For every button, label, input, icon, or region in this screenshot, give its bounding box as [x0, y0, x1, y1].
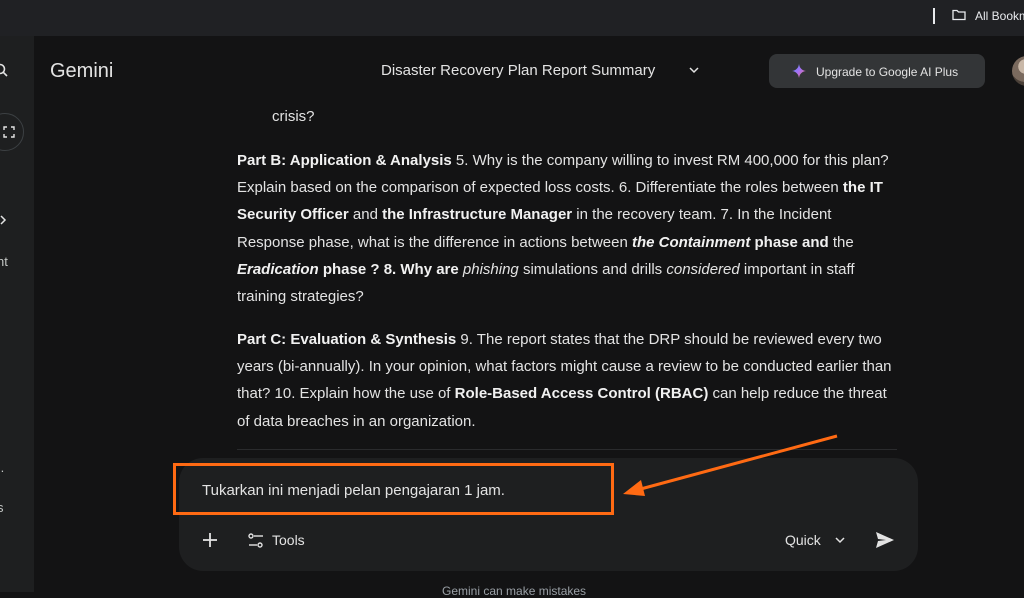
add-icon[interactable] [199, 529, 221, 551]
body-text: and [348, 206, 383, 224]
bold-term: Role-Based Access Control (RBAC) [454, 385, 709, 403]
folder-icon [952, 9, 966, 21]
response-text-fragment: crisis? [272, 108, 315, 125]
sidebar-item-fragment[interactable]: s [0, 500, 4, 515]
chat-title-dropdown[interactable]: Disaster Recovery Plan Report Summary [381, 62, 699, 79]
body-text: simulations and drills [518, 260, 663, 278]
tools-button[interactable]: Tools [247, 531, 317, 551]
upgrade-label: Upgrade to Google AI Plus [816, 65, 959, 79]
part-c-heading: Part C: Evaluation & Synthesis [237, 331, 457, 348]
sidebar-item-fragment[interactable]: nt [0, 254, 8, 269]
chat-title: Disaster Recovery Plan Report Summary [381, 62, 656, 79]
disclaimer-text: Gemini can make mistakes [442, 584, 587, 598]
send-icon[interactable] [873, 528, 897, 552]
tools-icon [248, 533, 263, 548]
chevron-right-icon[interactable] [0, 214, 10, 226]
all-bookmarks-link[interactable]: All Bookm [975, 9, 1024, 23]
response-part-c: Part C: Evaluation & Synthesis 9. The re… [237, 326, 901, 435]
bookmarks-separator [933, 8, 935, 24]
mode-label: Quick [785, 532, 821, 548]
body-text: the [828, 233, 854, 251]
search-icon[interactable] [0, 63, 8, 77]
annotation-arrow-icon [623, 434, 838, 496]
bold-term: the Infrastructure Manager [382, 206, 573, 224]
mode-selector[interactable]: Quick [785, 531, 850, 551]
bold-term: phase ? 8. Why are [318, 260, 459, 278]
tools-label: Tools [272, 532, 305, 548]
new-chat-button[interactable] [0, 113, 24, 151]
bold-term: phase and [750, 233, 829, 251]
avatar[interactable] [1012, 56, 1024, 86]
italic-term: considered [662, 260, 740, 278]
gemini-logo-text: Gemini [50, 60, 114, 82]
sidebar-item-fragment[interactable]: .. [0, 460, 4, 475]
sparkle-icon [792, 64, 806, 78]
chevron-down-icon [689, 67, 699, 74]
italic-term: phishing [458, 260, 519, 278]
bold-italic-term: Eradication [237, 260, 319, 278]
part-b-heading: Part B: Application & Analysis [237, 152, 452, 169]
sidebar-rail: nt .. s [0, 36, 34, 592]
response-part-b: Part B: Application & Analysis 5. Why is… [237, 147, 901, 310]
annotation-highlight-box [173, 463, 614, 515]
chevron-down-icon [835, 537, 845, 544]
upgrade-button[interactable]: Upgrade to Google AI Plus [769, 54, 985, 88]
bold-italic-term: the Containment [631, 233, 751, 251]
new-chat-icon [3, 126, 15, 138]
browser-bookmarks-bar: All Bookm [0, 0, 1024, 36]
